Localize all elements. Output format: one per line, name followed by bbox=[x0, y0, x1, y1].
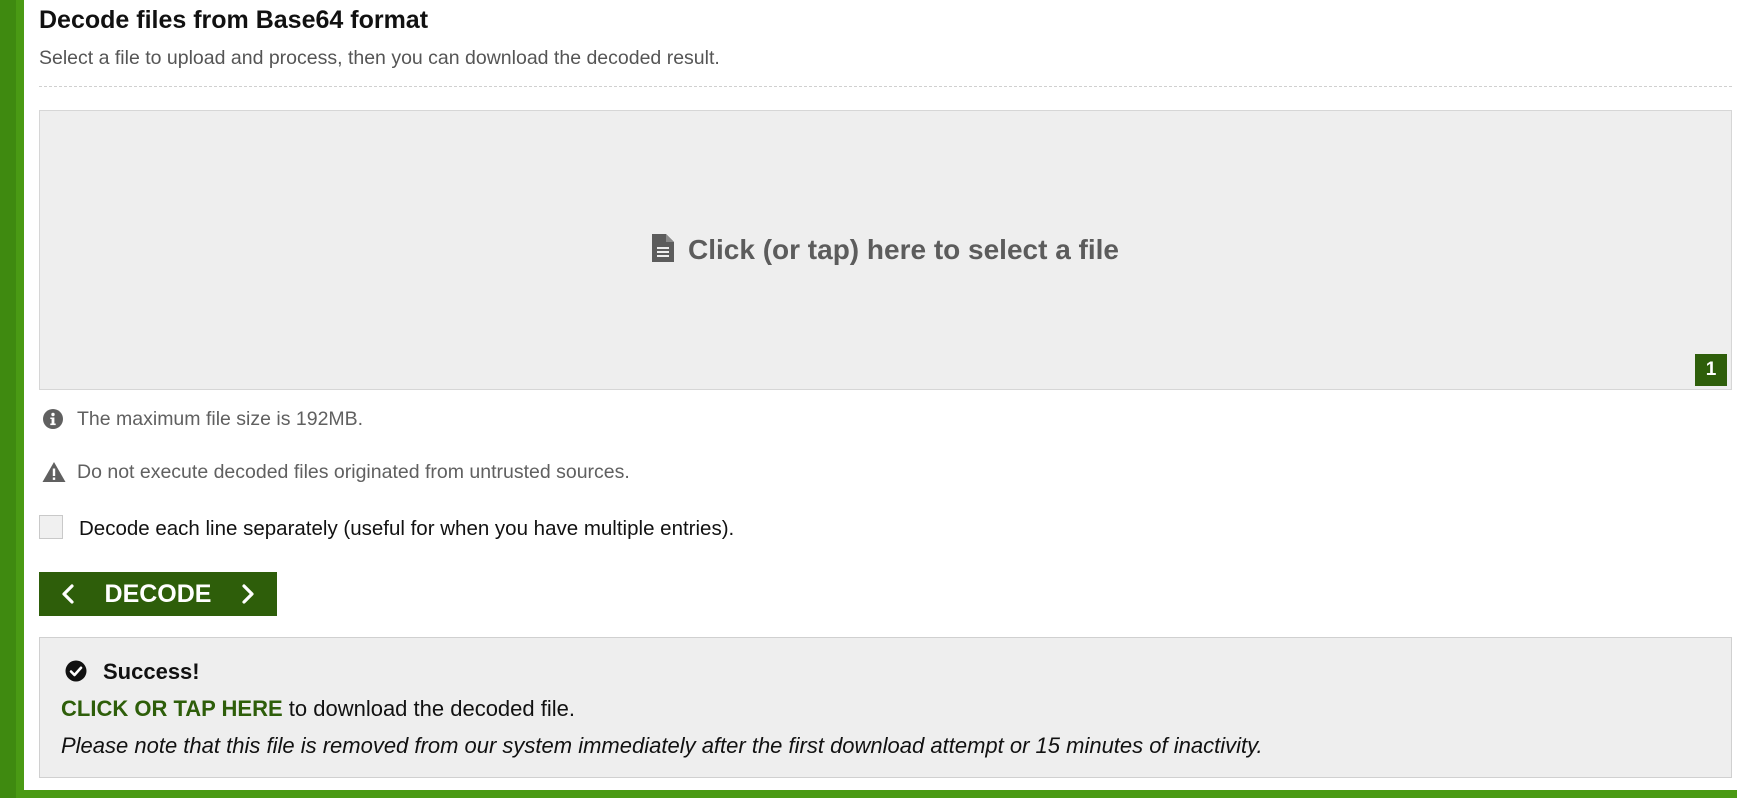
check-circle-icon bbox=[65, 660, 87, 682]
page-title: Decode files from Base64 format bbox=[39, 6, 429, 34]
untrusted-warning-text: Do not execute decoded files originated … bbox=[77, 461, 630, 483]
removal-notice: Please note that this file is removed fr… bbox=[61, 733, 1263, 758]
file-count-badge: 1 bbox=[1695, 354, 1727, 386]
page-subtitle: Select a file to upload and process, the… bbox=[39, 47, 720, 69]
success-message-box: Success! CLICK OR TAP HERE to download t… bbox=[39, 637, 1732, 778]
file-dropzone-label-row[interactable]: Click (or tap) here to select a file bbox=[40, 233, 1731, 270]
decode-line-by-line-label[interactable]: Decode each line separately (useful for … bbox=[79, 517, 734, 541]
download-instruction: CLICK OR TAP HERE to download the decode… bbox=[61, 696, 575, 722]
info-icon bbox=[43, 409, 63, 429]
success-title: Success! bbox=[103, 659, 200, 684]
decode-line-by-line-checkbox[interactable] bbox=[39, 515, 63, 539]
header-divider bbox=[39, 86, 1732, 87]
chevron-right-icon bbox=[242, 584, 254, 604]
page-border-left bbox=[0, 0, 16, 798]
decode-button[interactable]: DECODE bbox=[39, 572, 277, 616]
download-link[interactable]: CLICK OR TAP HERE bbox=[61, 696, 283, 721]
download-instruction-text: to download the decoded file. bbox=[282, 696, 575, 721]
file-icon bbox=[651, 234, 674, 270]
file-dropzone-label[interactable]: Click (or tap) here to select a file bbox=[688, 234, 1119, 265]
warning-icon bbox=[42, 462, 66, 482]
max-size-text: The maximum file size is 192MB. bbox=[77, 408, 364, 430]
file-dropzone[interactable]: Click (or tap) here to select a file 1 bbox=[39, 110, 1732, 390]
